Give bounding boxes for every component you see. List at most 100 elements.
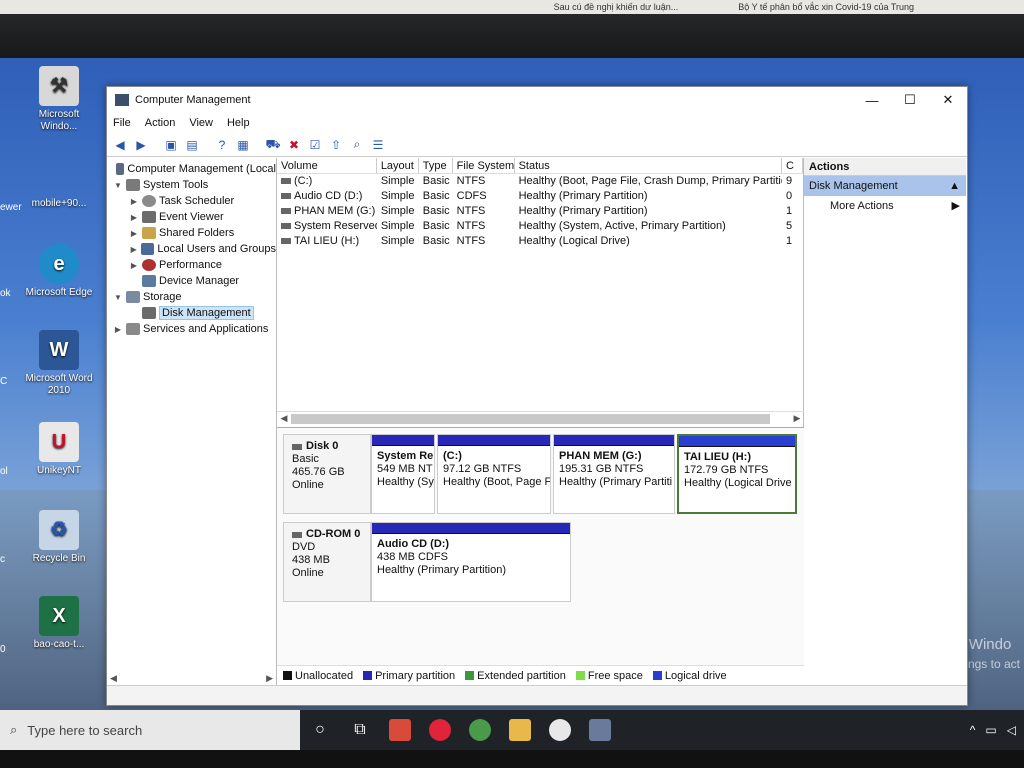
chrome-icon[interactable]	[460, 710, 500, 750]
table-row[interactable]: Audio CD (D:) Simple Basic CDFS Healthy …	[277, 189, 803, 204]
desktop-icon-edge[interactable]: e Microsoft Edge	[24, 244, 94, 299]
scroll-right-icon[interactable]: ▶	[266, 673, 273, 684]
forward-arrow-icon[interactable]: ▶	[132, 136, 150, 154]
scroll-right-icon[interactable]: ▶	[790, 413, 804, 424]
chevron-right-icon[interactable]: ▶	[129, 197, 139, 206]
drive-icon	[281, 208, 291, 215]
tree-shared-folders[interactable]: ▶ Shared Folders	[107, 225, 276, 241]
collapse-up-icon[interactable]: ▲	[949, 176, 960, 196]
task-view-icon[interactable]: ⧉	[340, 710, 380, 750]
desktop-icon-label: mobile+90...	[31, 198, 87, 209]
chevron-right-icon[interactable]: ▶	[129, 261, 139, 270]
column-status[interactable]: Status	[515, 158, 783, 173]
tree-system-tools[interactable]: ▼ System Tools	[107, 177, 276, 193]
column-layout[interactable]: Layout	[377, 158, 419, 173]
desktop-icon-unikey[interactable]: U UnikeyNT	[24, 422, 94, 477]
edge-icon-label-0: 0	[0, 644, 6, 655]
tree-storage[interactable]: ▼ Storage	[107, 289, 276, 305]
tree-root[interactable]: Computer Management (Local	[107, 161, 276, 177]
desktop-icon-windows-tool[interactable]: ⚒ Microsoft Windo...	[24, 66, 94, 133]
partition-system-reserved[interactable]: System Re 549 MB NT Healthy (Sy	[371, 434, 435, 514]
scroll-left-icon[interactable]: ◀	[277, 413, 291, 424]
disk-0-label[interactable]: Disk 0 Basic 465.76 GB Online	[283, 434, 371, 514]
table-row[interactable]: TAI LIEU (H:) Simple Basic NTFS Healthy …	[277, 234, 803, 249]
menu-help[interactable]: Help	[227, 117, 250, 129]
folder-up-icon[interactable]: ⇧	[327, 136, 345, 154]
recycle-bin-icon: ♻	[39, 510, 79, 550]
search-folder-icon[interactable]: ⌕	[348, 136, 366, 154]
table-row[interactable]: (C:) Simple Basic NTFS Healthy (Boot, Pa…	[277, 174, 803, 189]
partition-size: 549 MB NT	[377, 463, 433, 475]
desktop-icon-recycle-bin[interactable]: ♻ Recycle Bin	[24, 510, 94, 565]
desktop-icon-excel[interactable]: X bao-cao-t...	[24, 596, 94, 651]
edge-icon-label-ewer: ewer	[0, 202, 22, 213]
volume-list-horizontal-scrollbar[interactable]: ◀ ▶	[277, 411, 804, 425]
opera-icon[interactable]	[420, 710, 460, 750]
file-explorer-icon[interactable]	[500, 710, 540, 750]
table-row[interactable]: System Reserved Simple Basic NTFS Health…	[277, 219, 803, 234]
menu-bar: File Action View Help	[107, 113, 967, 133]
menu-view[interactable]: View	[189, 117, 213, 129]
cortana-icon[interactable]: ○	[300, 710, 340, 750]
tree-disk-management[interactable]: Disk Management	[107, 305, 276, 321]
tree-task-scheduler[interactable]: ▶ Task Scheduler	[107, 193, 276, 209]
column-file-system[interactable]: File System	[453, 158, 515, 173]
check-disk-icon[interactable]: ☑	[306, 136, 324, 154]
chevron-down-icon[interactable]: ▼	[113, 181, 123, 190]
taskbar-search-box[interactable]: ⌕ Type here to search	[0, 710, 300, 750]
volume-icon[interactable]: ◁	[1007, 723, 1016, 737]
chevron-up-icon[interactable]: ^	[970, 723, 976, 737]
app-icon-tiles[interactable]	[380, 710, 420, 750]
partition-size: 438 MB CDFS	[377, 551, 448, 563]
minimize-button[interactable]: —	[853, 87, 891, 113]
computer-management-taskbar-icon[interactable]	[580, 710, 620, 750]
actions-section-disk-management[interactable]: Disk Management ▲	[804, 176, 966, 196]
list-view-icon[interactable]: ☰	[369, 136, 387, 154]
column-volume[interactable]: Volume	[277, 158, 377, 173]
cdrom-0-label[interactable]: CD-ROM 0 DVD 438 MB Online	[283, 522, 371, 602]
partition-status: Healthy (Primary Partition)	[377, 564, 506, 576]
table-row[interactable]: PHAN MEM (G:) Simple Basic NTFS Healthy …	[277, 204, 803, 219]
chevron-right-icon[interactable]: ▶	[129, 245, 138, 254]
title-bar[interactable]: Computer Management — ☐ ✕	[107, 87, 967, 113]
properties-pane-icon[interactable]: ▦	[234, 136, 252, 154]
partition-tai-lieu[interactable]: TAI LIEU (H:) 172.79 GB NTFS Healthy (Lo…	[677, 434, 797, 514]
tree-local-users[interactable]: ▶ Local Users and Groups	[107, 241, 276, 257]
hard-disk-icon	[292, 443, 302, 450]
close-button[interactable]: ✕	[929, 87, 967, 113]
tree-event-viewer[interactable]: ▶ Event Viewer	[107, 209, 276, 225]
zalo-icon[interactable]	[540, 710, 580, 750]
cell-layout: Simple	[380, 175, 415, 187]
network-icon[interactable]: ▭	[985, 723, 996, 737]
partition-audio-cd[interactable]: Audio CD (D:) 438 MB CDFS Healthy (Prima…	[371, 522, 571, 602]
partition-phan-mem[interactable]: PHAN MEM (G:) 195.31 GB NTFS Healthy (Pr…	[553, 434, 675, 514]
column-type[interactable]: Type	[419, 158, 453, 173]
scrollbar-thumb[interactable]	[291, 413, 771, 424]
show-hide-tree-icon[interactable]: ▤	[183, 136, 201, 154]
help-icon[interactable]: ?	[213, 136, 231, 154]
tree-services-applications[interactable]: ▶ Services and Applications	[107, 321, 276, 337]
connect-icon[interactable]: ⛟	[264, 136, 282, 154]
tree-device-manager[interactable]: Device Manager	[107, 273, 276, 289]
up-folder-icon[interactable]: ▣	[162, 136, 180, 154]
partition-c[interactable]: (C:) 97.12 GB NTFS Healthy (Boot, Page F…	[437, 434, 551, 514]
menu-file[interactable]: File	[113, 117, 131, 129]
partition-size: 97.12 GB NTFS	[443, 463, 522, 475]
more-actions-item[interactable]: More Actions ▶	[804, 196, 966, 216]
chevron-down-icon[interactable]: ▼	[113, 293, 123, 302]
cell-volume: Audio CD (D:)	[294, 190, 363, 202]
desktop-icon-word[interactable]: W Microsoft Word 2010	[24, 330, 94, 397]
column-capacity[interactable]: C	[782, 158, 803, 173]
maximize-button[interactable]: ☐	[891, 87, 929, 113]
chevron-right-icon[interactable]: ▶	[113, 325, 123, 334]
desktop-icon-mobile-file[interactable]: mobile+90...	[24, 198, 94, 210]
tree-horizontal-scrollbar[interactable]: ◀ ▶	[107, 671, 276, 685]
scroll-left-icon[interactable]: ◀	[110, 673, 117, 684]
chevron-right-icon[interactable]: ▶	[129, 213, 139, 222]
back-arrow-icon[interactable]: ◀	[111, 136, 129, 154]
tree-performance[interactable]: ▶ Performance	[107, 257, 276, 273]
menu-action[interactable]: Action	[145, 117, 176, 129]
chevron-right-icon[interactable]: ▶	[129, 229, 139, 238]
delete-icon[interactable]: ✖	[285, 136, 303, 154]
content-area: Computer Management (Local ▼ System Tool…	[107, 158, 967, 685]
